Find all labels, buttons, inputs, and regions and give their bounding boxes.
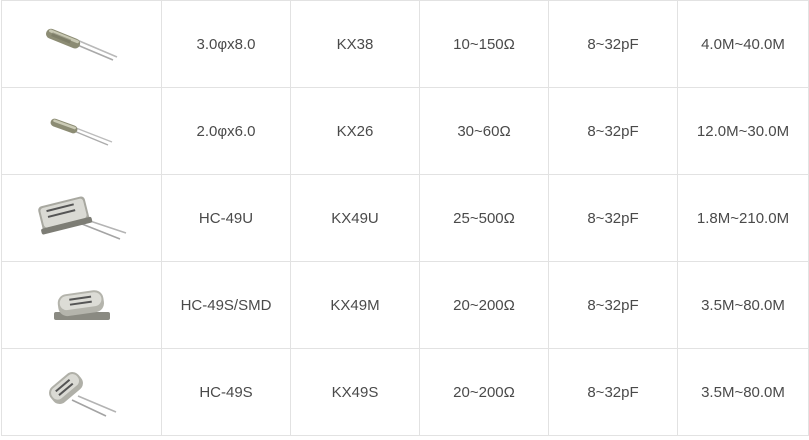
- frequency-cell: 12.0M~30.0M: [678, 88, 809, 174]
- size-cell: HC-49S: [162, 349, 291, 435]
- model-cell: KX49S: [291, 349, 420, 435]
- table-row: HC-49S/SMD KX49M 20~200Ω 8~32pF 3.5M~80.…: [2, 262, 809, 349]
- frequency-cell: 1.8M~210.0M: [678, 175, 809, 261]
- hc49s-smd-crystal-icon: [46, 282, 118, 328]
- resistance-cell: 30~60Ω: [420, 88, 549, 174]
- model-cell: KX49U: [291, 175, 420, 261]
- size-cell: 2.0φx6.0: [162, 88, 291, 174]
- model-cell: KX38: [291, 1, 420, 87]
- capacitance-cell: 8~32pF: [549, 262, 678, 348]
- resistance-cell: 20~200Ω: [420, 349, 549, 435]
- frequency-cell: 3.5M~80.0M: [678, 262, 809, 348]
- model-cell: KX26: [291, 88, 420, 174]
- size-cell: HC-49S/SMD: [162, 262, 291, 348]
- capacitance-cell: 8~32pF: [549, 88, 678, 174]
- cylindrical-crystal-3x8-icon: [37, 24, 127, 64]
- crystal-spec-table: 3.0φx8.0 KX38 10~150Ω 8~32pF 4.0M~40.0M …: [1, 0, 809, 436]
- frequency-cell: 4.0M~40.0M: [678, 1, 809, 87]
- model-cell: KX49M: [291, 262, 420, 348]
- resistance-cell: 10~150Ω: [420, 1, 549, 87]
- table-row: 2.0φx6.0 KX26 30~60Ω 8~32pF 12.0M~30.0M: [2, 88, 809, 175]
- size-cell: HC-49U: [162, 175, 291, 261]
- cylindrical-crystal-2x6-icon: [42, 114, 122, 148]
- table-row: HC-49S KX49S 20~200Ω 8~32pF 3.5M~80.0M: [2, 349, 809, 436]
- size-cell: 3.0φx8.0: [162, 1, 291, 87]
- capacitance-cell: 8~32pF: [549, 1, 678, 87]
- capacitance-cell: 8~32pF: [549, 349, 678, 435]
- resistance-cell: 20~200Ω: [420, 262, 549, 348]
- hc49s-crystal-icon: [42, 366, 122, 418]
- table-row: 3.0φx8.0 KX38 10~150Ω 8~32pF 4.0M~40.0M: [2, 1, 809, 88]
- product-image-cell: [2, 175, 162, 261]
- hc49u-crystal-icon: [34, 193, 130, 243]
- capacitance-cell: 8~32pF: [549, 175, 678, 261]
- product-image-cell: [2, 349, 162, 435]
- table-row: HC-49U KX49U 25~500Ω 8~32pF 1.8M~210.0M: [2, 175, 809, 262]
- resistance-cell: 25~500Ω: [420, 175, 549, 261]
- frequency-cell: 3.5M~80.0M: [678, 349, 809, 435]
- product-image-cell: [2, 262, 162, 348]
- product-image-cell: [2, 88, 162, 174]
- product-image-cell: [2, 1, 162, 87]
